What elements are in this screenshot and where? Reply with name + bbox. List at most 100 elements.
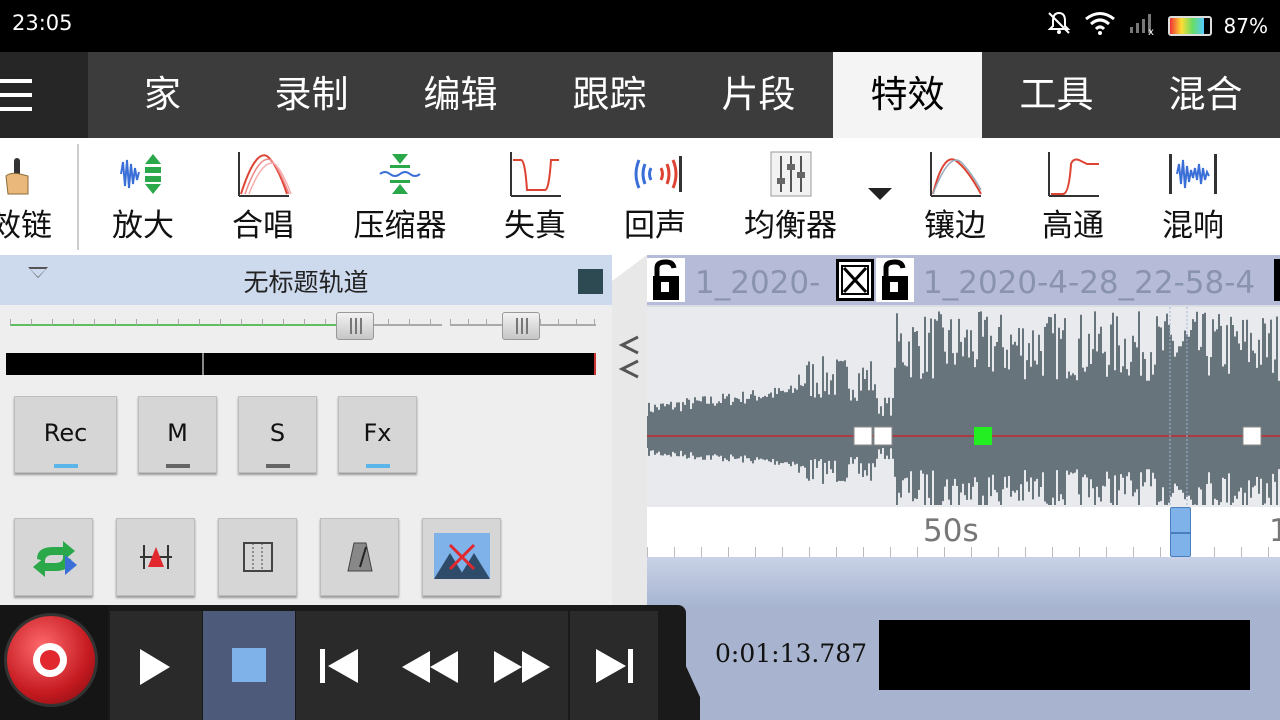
transport-bar: 0:01:13.787 bbox=[0, 605, 1280, 720]
tool-compressor[interactable]: 压缩器 bbox=[340, 150, 460, 250]
skip-back-icon bbox=[320, 649, 358, 683]
clip-name-2[interactable]: 1_2020-4-28_22-58-4 bbox=[923, 265, 1255, 301]
record-button[interactable] bbox=[0, 605, 108, 720]
solo-button[interactable]: S bbox=[238, 396, 317, 473]
tool-echo[interactable]: 回声 bbox=[600, 150, 710, 250]
tool-equalizer[interactable]: 均衡器 bbox=[728, 150, 853, 250]
echo-icon bbox=[634, 156, 682, 192]
tab-home[interactable]: 家 bbox=[88, 52, 237, 138]
tool-highpass[interactable]: 高通 bbox=[1018, 150, 1128, 250]
bell-off-icon bbox=[1046, 10, 1072, 41]
equalizer-icon bbox=[770, 151, 811, 197]
fx-button[interactable]: Fx bbox=[338, 396, 417, 473]
highpass-icon bbox=[1048, 152, 1099, 197]
metronome-icon bbox=[346, 542, 373, 572]
battery-percent: 87% bbox=[1223, 13, 1268, 38]
toolbar-divider bbox=[77, 144, 79, 250]
clip-close-button[interactable] bbox=[836, 259, 874, 301]
status-bar: 23:05 x 87% bbox=[0, 0, 1280, 50]
transport-display bbox=[879, 620, 1250, 690]
punch-marker-button[interactable] bbox=[116, 518, 195, 596]
track-panel: 无标题轨道 Rec M S Fx bbox=[0, 255, 612, 605]
tab-tools[interactable]: 工具 bbox=[982, 52, 1131, 138]
stop-button[interactable] bbox=[203, 611, 295, 720]
envelope-node-selected[interactable] bbox=[974, 427, 992, 445]
amplify-icon bbox=[120, 154, 161, 194]
waveform[interactable] bbox=[647, 307, 1280, 507]
level-meter bbox=[6, 353, 596, 375]
tool-flanger[interactable]: 镶边 bbox=[900, 150, 1010, 250]
stop-icon bbox=[232, 648, 266, 682]
tab-effects[interactable]: 特效 bbox=[833, 52, 982, 138]
track-title[interactable]: 无标题轨道 bbox=[0, 263, 612, 299]
more-effects-dropdown[interactable] bbox=[868, 188, 892, 200]
clip-edge bbox=[1274, 259, 1280, 301]
distortion-icon bbox=[510, 152, 561, 197]
signal-icon: x bbox=[1128, 11, 1156, 40]
tool-amplify[interactable]: 放大 bbox=[88, 150, 198, 250]
tab-mix[interactable]: 混合 bbox=[1131, 52, 1280, 138]
position-readout: 0:01:13.787 bbox=[715, 639, 868, 668]
tab-record[interactable]: 录制 bbox=[237, 52, 386, 138]
record-arm-button[interactable]: Rec bbox=[14, 396, 117, 473]
fast-forward-icon bbox=[494, 651, 550, 683]
track-header: 无标题轨道 bbox=[0, 255, 612, 305]
envelope-node[interactable] bbox=[853, 426, 873, 446]
effects-toolbar: 效链 放大 合唱 压缩器 失真 回声 均衡器 镶边 高通 混响 bbox=[0, 138, 1280, 255]
menu-bar: 家 录制 编辑 跟踪 片段 特效 工具 混合 bbox=[0, 52, 1280, 138]
envelope-node[interactable] bbox=[873, 426, 893, 446]
tool-effect-chain[interactable]: 效链 bbox=[0, 150, 52, 250]
waveform-area[interactable]: 1_2020- 1_2020-4-28_22-58-4 50s 1 bbox=[647, 255, 1280, 605]
rewind-button[interactable] bbox=[384, 611, 476, 720]
chorus-icon bbox=[238, 152, 292, 197]
status-icons: x 87% bbox=[1046, 10, 1268, 41]
fast-forward-button[interactable] bbox=[476, 611, 568, 720]
mute-button[interactable]: M bbox=[138, 396, 217, 473]
play-button[interactable] bbox=[110, 611, 202, 720]
svg-text:x: x bbox=[1148, 27, 1154, 35]
pan-slider-thumb[interactable] bbox=[502, 312, 540, 340]
crossfade-icon bbox=[433, 533, 490, 579]
grid-icon bbox=[242, 542, 273, 572]
clip-lock-icon-2[interactable] bbox=[876, 258, 914, 302]
tab-track[interactable]: 跟踪 bbox=[535, 52, 684, 138]
skip-to-start-button[interactable] bbox=[296, 611, 384, 720]
play-icon bbox=[140, 649, 170, 685]
track-color-swatch[interactable] bbox=[578, 269, 603, 294]
marker-icon bbox=[139, 545, 172, 569]
reverb-icon bbox=[1169, 154, 1217, 194]
pan-slider[interactable] bbox=[450, 312, 596, 341]
wifi-icon bbox=[1084, 11, 1116, 40]
rewind-icon bbox=[402, 651, 458, 683]
loop-button[interactable] bbox=[14, 518, 93, 596]
battery-icon bbox=[1167, 15, 1212, 36]
tool-distortion[interactable]: 失真 bbox=[480, 150, 590, 250]
hamburger-menu-button[interactable] bbox=[0, 52, 88, 138]
tool-chorus[interactable]: 合唱 bbox=[208, 150, 318, 250]
clip-lock-icon[interactable] bbox=[647, 258, 685, 302]
tool-reverb[interactable]: 混响 bbox=[1138, 150, 1248, 250]
timeline-label-50s: 50s bbox=[923, 513, 979, 549]
timeline-ruler[interactable]: 50s 1 bbox=[647, 507, 1280, 557]
playhead-handle[interactable] bbox=[1170, 507, 1191, 557]
clip-name-1[interactable]: 1_2020- bbox=[695, 265, 820, 301]
hand-icon bbox=[5, 158, 29, 195]
envelope-node[interactable] bbox=[1242, 426, 1262, 446]
loop-icon bbox=[32, 541, 77, 577]
tab-edit[interactable]: 编辑 bbox=[386, 52, 535, 138]
auto-crossfade-button[interactable] bbox=[422, 518, 501, 596]
status-time: 23:05 bbox=[12, 11, 73, 35]
metronome-button[interactable] bbox=[320, 518, 399, 596]
panel-collapse-strip[interactable] bbox=[612, 255, 647, 605]
overview-bar[interactable] bbox=[647, 557, 1280, 605]
skip-to-end-button[interactable] bbox=[570, 611, 658, 720]
volume-slider[interactable] bbox=[10, 312, 442, 341]
tab-clip[interactable]: 片段 bbox=[684, 52, 833, 138]
collapse-left-icon[interactable] bbox=[612, 331, 647, 391]
grid-button[interactable] bbox=[218, 518, 297, 596]
skip-forward-icon bbox=[596, 649, 633, 683]
timeline-label-partial: 1 bbox=[1269, 513, 1280, 549]
volume-slider-thumb[interactable] bbox=[336, 312, 374, 340]
compressor-icon bbox=[379, 154, 421, 194]
flanger-icon bbox=[930, 152, 982, 197]
